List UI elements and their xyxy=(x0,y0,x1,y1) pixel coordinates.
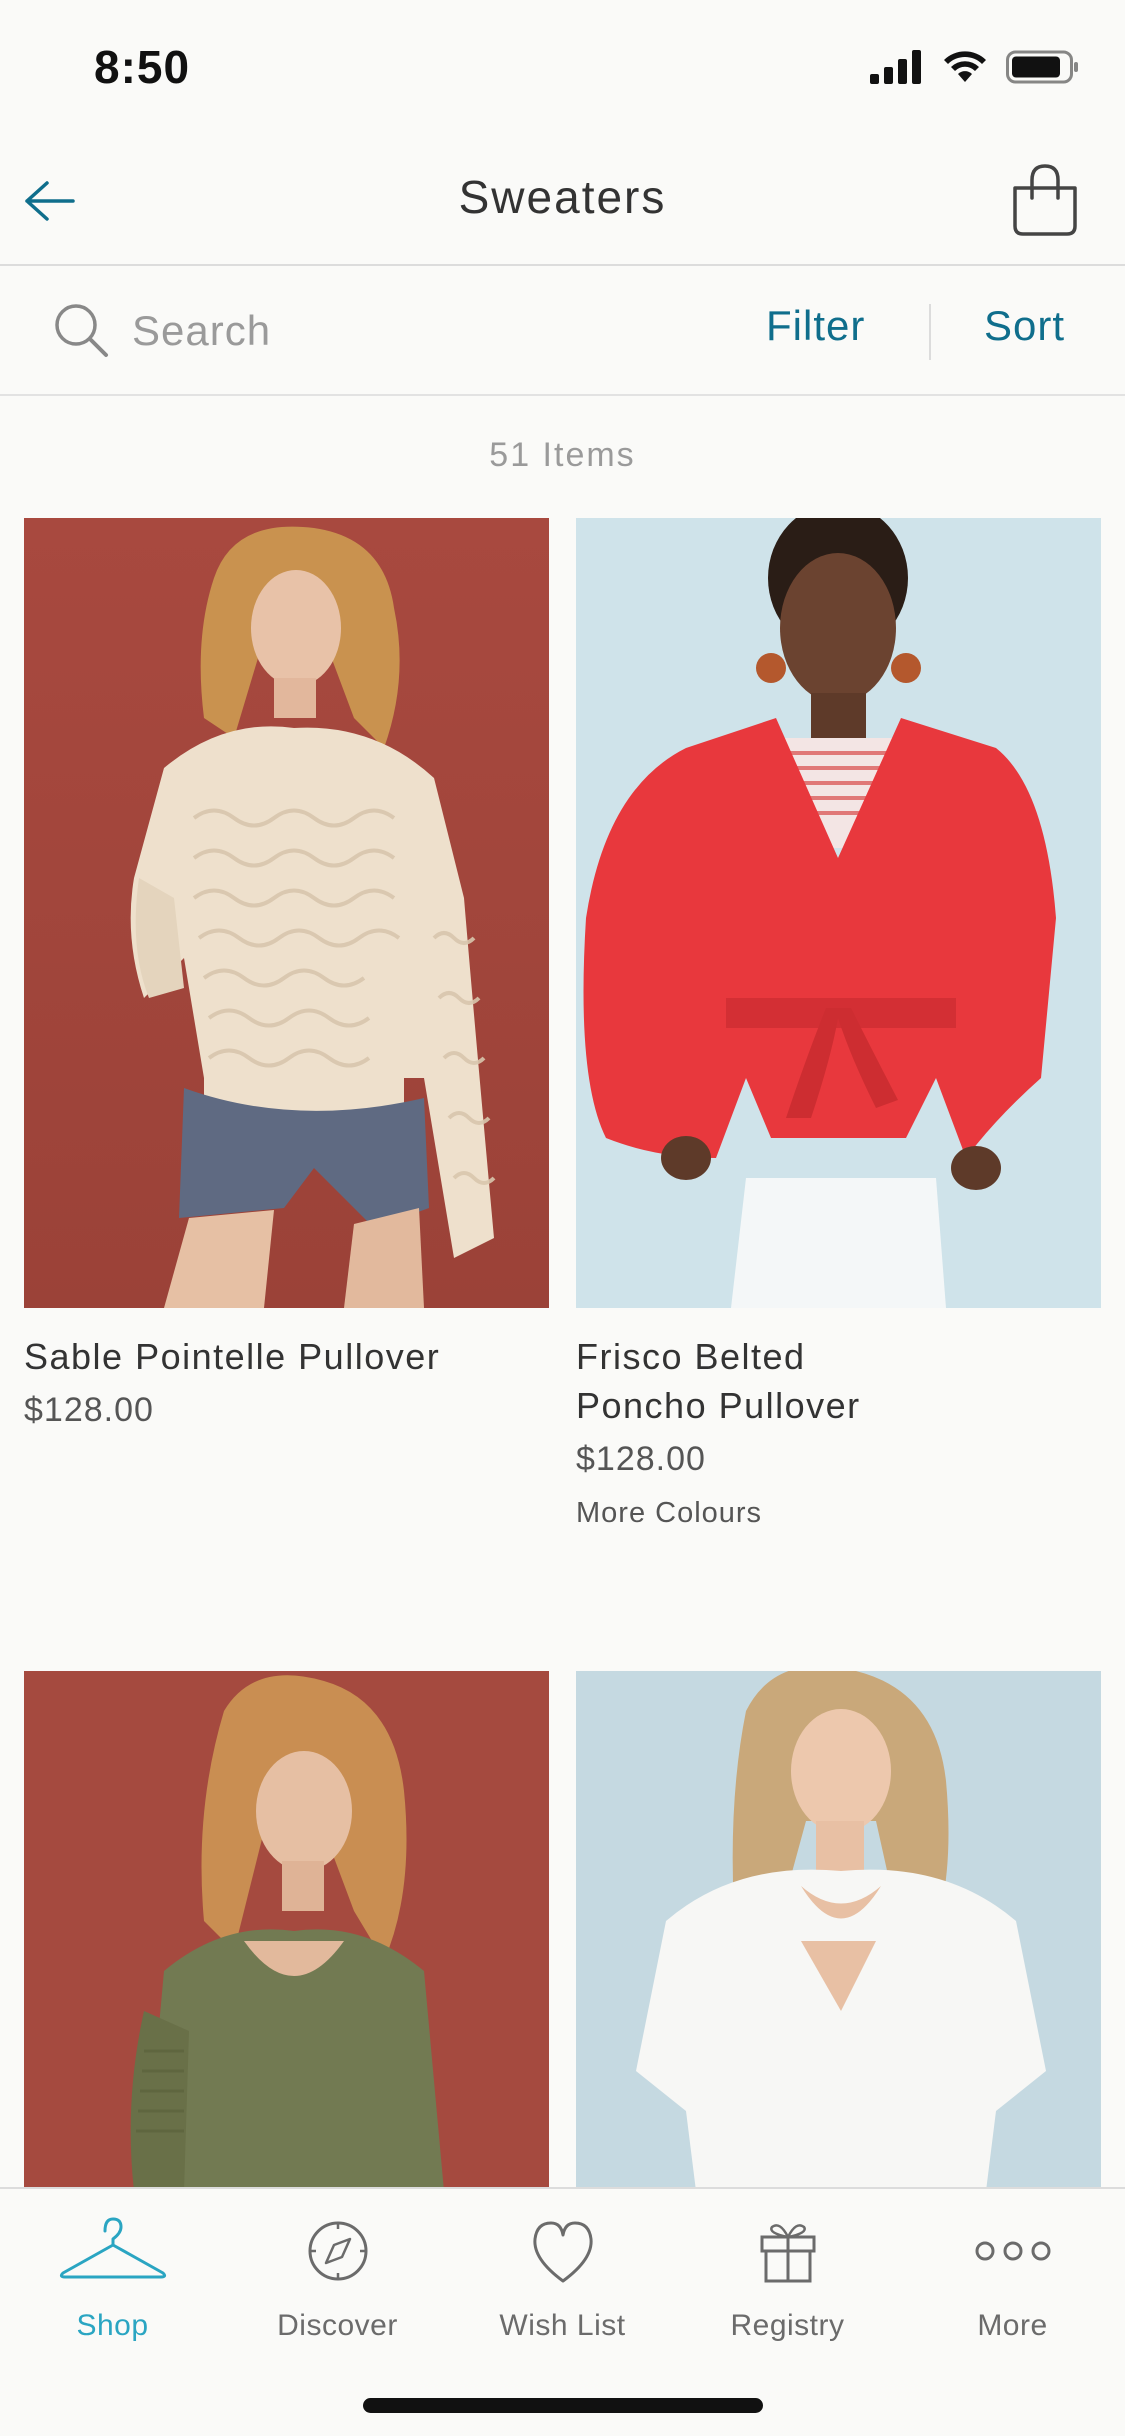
sort-button[interactable]: Sort xyxy=(984,302,1065,350)
nav-bar: Sweaters xyxy=(0,132,1125,266)
product-card[interactable]: Frisco Belted Poncho Pullover $128.00 Mo… xyxy=(576,518,1101,1530)
product-name[interactable]: Sable Pointelle Pullover xyxy=(24,1332,549,1381)
battery-icon xyxy=(1006,50,1078,84)
tab-more[interactable]: More xyxy=(900,2211,1125,2361)
item-count: 51 Items xyxy=(489,436,636,474)
page-title: Sweaters xyxy=(458,171,667,223)
product-card[interactable] xyxy=(576,1671,1101,2191)
tab-discover[interactable]: Discover xyxy=(225,2211,450,2361)
more-dots-icon xyxy=(975,2241,1050,2261)
home-indicator[interactable] xyxy=(363,2398,763,2413)
product-price: $128.00 xyxy=(576,1440,706,1478)
filter-button[interactable]: Filter xyxy=(766,302,865,350)
shopping-bag-icon xyxy=(1013,164,1077,236)
shopping-bag-button[interactable] xyxy=(1005,160,1085,240)
tab-registry[interactable]: Registry xyxy=(675,2211,900,2361)
product-image[interactable] xyxy=(576,1671,1101,2191)
compass-icon xyxy=(308,2221,367,2281)
product-name[interactable]: Frisco Belted Poncho Pullover xyxy=(576,1332,906,1430)
hanger-icon xyxy=(59,2217,166,2279)
product-image[interactable] xyxy=(24,1671,549,2191)
gift-icon xyxy=(760,2224,815,2283)
status-icons xyxy=(870,50,1080,84)
status-time: 8:50 xyxy=(94,41,191,93)
search-icon xyxy=(55,304,108,357)
product-photo-pointelle-pullover xyxy=(24,518,549,1308)
tab-label: Registry xyxy=(730,2309,845,2342)
tab-label: Wish List xyxy=(499,2309,626,2342)
product-image[interactable] xyxy=(24,518,549,1308)
search-input[interactable] xyxy=(132,302,632,360)
tab-wish-list[interactable]: Wish List xyxy=(450,2211,675,2361)
product-card[interactable] xyxy=(24,1671,549,2191)
product-photo-olive-sweater xyxy=(24,1671,549,2191)
tab-label: More xyxy=(977,2309,1048,2342)
product-image[interactable] xyxy=(576,518,1101,1308)
product-price: $128.00 xyxy=(24,1391,154,1429)
tab-label: Shop xyxy=(76,2309,149,2342)
tab-shop[interactable]: Shop xyxy=(0,2211,225,2361)
more-colours-label[interactable]: More Colours xyxy=(576,1497,1101,1530)
status-bar: 8:50 xyxy=(0,0,1125,132)
heart-icon xyxy=(532,2221,593,2283)
signal-icon xyxy=(870,50,921,84)
wifi-icon xyxy=(944,51,986,82)
product-photo-belted-poncho xyxy=(576,518,1101,1308)
divider xyxy=(929,304,931,360)
screen: 8:50 Sweaters Search Filter Sort 51 Item… xyxy=(0,0,1125,2436)
product-card[interactable]: Sable Pointelle Pullover $128.00 xyxy=(24,518,549,1430)
product-photo-white-cutout-top xyxy=(576,1671,1101,2191)
tab-label: Discover xyxy=(277,2309,398,2342)
search-row: Filter Sort xyxy=(0,266,1125,396)
